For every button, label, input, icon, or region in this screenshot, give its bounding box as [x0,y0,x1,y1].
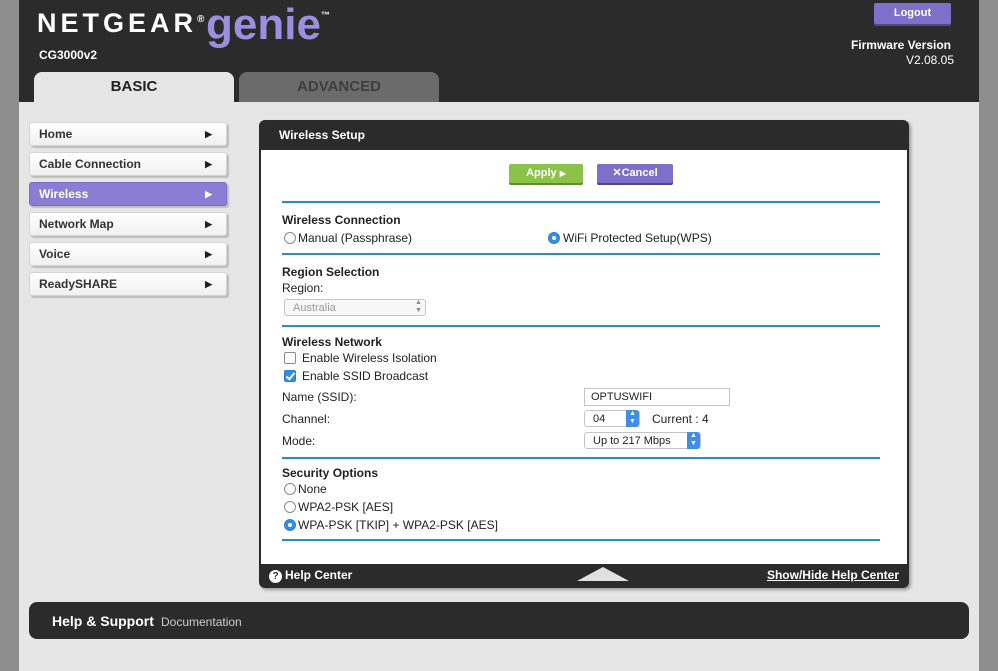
help-support-title: Help & Support [52,613,154,629]
wps-radio[interactable] [548,232,560,244]
manual-passphrase-label: Manual (Passphrase) [298,231,413,245]
wireless-setup-panel: Wireless Setup Apply ▶ ✕Cancel Wireless … [259,120,909,588]
sidebar-item-cable-connection[interactable]: Cable Connection ▶ [29,152,227,176]
tab-basic[interactable]: BASIC [34,72,234,102]
help-support-bar: Help & Support Documentation [29,602,969,639]
sidebar-item-network-map[interactable]: Network Map ▶ [29,212,227,236]
panel-footer: ? Help Center Show/Hide Help Center [259,564,909,588]
logout-button[interactable]: Logout [874,3,951,24]
security-none-label: None [298,482,327,496]
ssid-input[interactable] [584,388,730,406]
updown-icon: ▲ ▼ [626,410,639,427]
tab-advanced[interactable]: ADVANCED [239,72,439,102]
wps-label: WiFi Protected Setup(WPS) [563,231,712,245]
ssid-label: Name (SSID): [282,390,357,404]
panel-body[interactable]: Apply ▶ ✕Cancel Wireless Connection Manu… [261,150,907,564]
show-hide-help-link[interactable]: Show/Hide Help Center [767,568,899,582]
section-divider [282,325,880,327]
sidebar-item-wireless[interactable]: Wireless ▶ [29,182,227,206]
sidebar-item-label: Wireless [39,187,89,201]
sidebar-item-label: Cable Connection [39,157,142,171]
firmware-version-value: V2.08.05 [905,53,954,67]
updown-icon: ▲ ▼ [415,299,422,314]
expand-help-icon[interactable] [577,567,629,581]
updown-icon: ▲ ▼ [687,432,700,449]
sidebar-item-label: Home [39,127,73,141]
manual-passphrase-radio[interactable] [284,232,296,244]
security-wpa2-label: WPA2-PSK [AES] [298,500,394,514]
chevron-right-icon: ▶ [205,279,212,289]
netgear-logo: NETGEAR® [37,8,205,38]
chevron-right-icon: ▶ [205,129,212,139]
cancel-button[interactable]: ✕Cancel [597,164,673,183]
help-icon: ? [269,570,282,583]
documentation-link[interactable]: Documentation [161,615,242,629]
channel-label: Channel: [282,412,331,426]
chevron-right-icon: ▶ [205,159,212,169]
section-divider [282,457,880,459]
ssid-broadcast-checkbox[interactable] [284,370,296,382]
sidebar-item-label: ReadySHARE [39,277,118,291]
wireless-connection-title: Wireless Connection [282,213,401,227]
sidebar-item-label: Network Map [39,217,114,231]
wireless-isolation-label: Enable Wireless Isolation [302,351,437,365]
channel-select[interactable]: 04 ▲ ▼ [584,410,640,427]
chevron-right-icon: ▶ [205,189,212,199]
panel-title: Wireless Setup [279,128,365,142]
apply-button[interactable]: Apply ▶ [509,164,583,183]
mode-label: Mode: [282,434,316,448]
security-wpa-wpa2-radio[interactable] [284,519,296,531]
mode-select[interactable]: Up to 217 Mbps ▲ ▼ [584,432,701,449]
sidebar-nav: Home ▶ Cable Connection ▶ Wireless ▶ Networ… [29,122,227,302]
genie-logo: genie™ [206,0,330,49]
model-name: CG3000v2 [39,48,98,62]
chevron-right-icon: ▶ [205,219,212,229]
play-icon: ▶ [559,169,566,178]
help-center-link[interactable]: ? Help Center [269,568,352,583]
sidebar-item-label: Voice [39,247,71,261]
region-label: Region: [282,281,324,295]
security-wpa2-radio[interactable] [284,501,296,513]
security-wpa-wpa2-label: WPA-PSK [TKIP] + WPA2-PSK [AES] [298,518,498,532]
sidebar-item-home[interactable]: Home ▶ [29,122,227,146]
security-none-radio[interactable] [284,483,296,495]
sidebar-item-voice[interactable]: Voice ▶ [29,242,227,266]
close-icon: ✕ [612,167,622,179]
current-channel: Current : 4 [652,412,709,426]
wireless-network-title: Wireless Network [282,335,382,349]
section-divider [282,253,880,255]
ssid-broadcast-label: Enable SSID Broadcast [302,369,429,383]
section-divider [282,539,880,541]
region-selection-title: Region Selection [282,265,380,279]
region-select: Australia ▲ ▼ [284,299,426,316]
security-options-title: Security Options [282,466,379,480]
chevron-right-icon: ▶ [205,249,212,259]
section-divider [282,201,880,203]
firmware-version-label: Firmware Version [850,38,951,52]
wireless-isolation-checkbox[interactable] [284,352,296,364]
sidebar-item-readyshare[interactable]: ReadySHARE ▶ [29,272,227,296]
